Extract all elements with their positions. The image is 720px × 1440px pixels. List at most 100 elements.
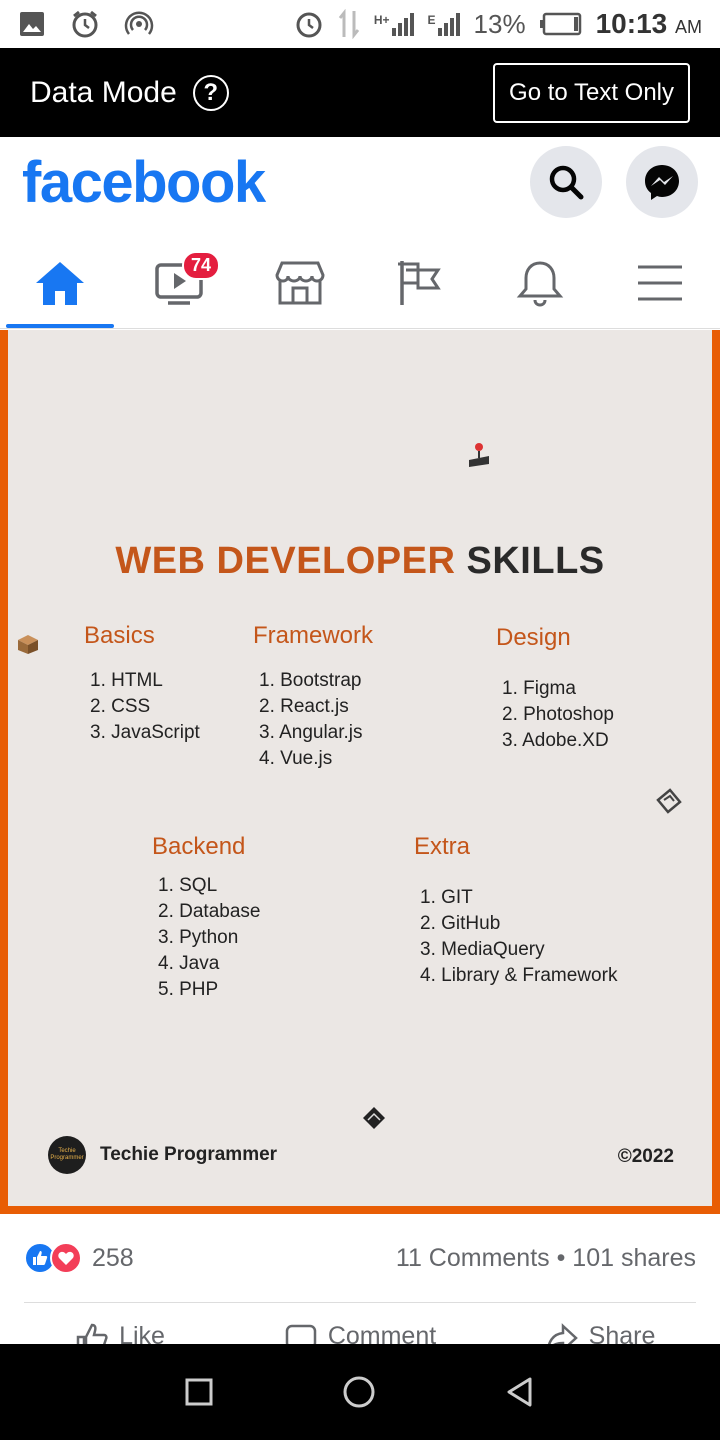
column-heading: Framework [253,622,374,649]
column-design: Design 1. Figma 2. Photoshop 3. Adobe.XD [496,624,614,754]
list-item: 5. PHP [158,979,219,1000]
clock: 10:13 AM [596,8,702,40]
network-h-label: H+ [373,12,390,27]
tab-watch[interactable]: 74 [120,237,240,328]
brand: Techie Programmer Techie Programmer [48,1136,277,1174]
help-icon[interactable]: ? [192,74,229,111]
reactions-row: 258 11 Comments • 101 shares [0,1214,720,1302]
list-item: 1. SQL [158,875,218,896]
box-sticker [18,635,38,654]
messenger-icon [645,165,679,200]
column-heading: Extra [414,833,471,860]
like-label: Like [119,1322,165,1346]
signal-e-icon: E [427,12,460,36]
network-e-label: E [427,12,436,27]
column-heading: Basics [84,622,155,649]
like-button[interactable]: Like [0,1318,240,1346]
tab-home[interactable] [0,237,120,328]
comment-label: Comment [327,1322,437,1346]
tab-pages[interactable] [360,237,480,328]
love-reaction-icon [50,1242,82,1274]
share-label: Share [588,1322,656,1346]
comments-shares-count[interactable]: 11 Comments • 101 shares [396,1244,696,1273]
flag-icon [398,260,441,305]
signal-h-icon: H+ [373,12,414,36]
back-icon[interactable] [504,1376,536,1408]
reaction-icons[interactable] [24,1242,82,1274]
image-title: WEB DEVELOPER SKILLS [8,540,712,583]
list-item: 3. Python [158,927,239,948]
bell-icon [516,260,564,307]
joystick-sticker [469,443,489,467]
data-mode-bar: Data Mode ? Go to Text Only [0,48,720,137]
skill-list: 1. SQL 2. Database 3. Python 4. Java 5. … [152,873,260,1003]
column-framework: Framework 1. Bootstrap 2. React.js 3. An… [253,622,373,772]
tab-menu[interactable] [600,237,720,328]
hotspot-icon [124,11,154,35]
list-item: 2. CSS [90,696,151,717]
column-heading: Design [496,624,571,651]
column-extra: Extra 1. GIT 2. GitHub 3. MediaQuery 4. … [414,833,617,989]
battery-percent: 13% [473,8,526,39]
post-image[interactable]: WEB DEVELOPER SKILLS Basics 1. HTML 2. C… [0,330,720,1214]
menu-icon [638,265,682,300]
skill-list: 1. Figma 2. Photoshop 3. Adobe.XD [496,676,614,754]
data-arrows-icon [338,9,360,39]
list-item: 3. JavaScript [90,722,200,743]
tab-notifications[interactable] [480,237,600,328]
gallery-icon [20,12,44,36]
share-icon [547,1323,578,1346]
list-item: 2. Photoshop [502,704,614,725]
search-icon [549,165,584,200]
list-item: 2. GitHub [420,913,501,934]
go-to-text-only-button[interactable]: Go to Text Only [493,62,690,123]
divider [24,1302,696,1303]
alarm-icon [72,10,98,38]
facebook-logo[interactable]: facebook [22,149,266,216]
column-heading: Backend [152,833,246,860]
comment-icon [285,1324,317,1346]
list-item: 2. Database [158,901,261,922]
like-icon [76,1323,108,1346]
list-item: 1. Figma [502,678,576,699]
post-actions: Like Comment Share [0,1318,720,1346]
floppy-sticker [656,788,682,814]
battery-icon [539,12,581,36]
reaction-count[interactable]: 258 [92,1244,134,1273]
clock-time: 10:13 [595,8,668,39]
list-item: 3. MediaQuery [420,939,545,960]
home-icon [36,261,84,305]
column-basics: Basics 1. HTML 2. CSS 3. JavaScript [84,622,200,746]
tab-marketplace[interactable] [240,237,360,328]
comment-button[interactable]: Comment [240,1318,480,1346]
list-item: 3. Adobe.XD [502,730,609,751]
post-image-content: WEB DEVELOPER SKILLS Basics 1. HTML 2. C… [8,330,712,1206]
list-item: 4. Vue.js [259,748,333,769]
book-sticker [363,1107,385,1129]
clock-ampm: AM [675,17,702,37]
home-nav-icon[interactable] [341,1374,377,1410]
list-item: 1. GIT [420,887,473,908]
title-part-1: WEB DEVELOPER [115,540,456,582]
list-item: 1. Bootstrap [259,670,362,691]
skill-list: 1. Bootstrap 2. React.js 3. Angular.js 4… [253,668,373,772]
list-item: 3. Angular.js [259,722,363,743]
watch-badge: 74 [182,251,221,280]
list-item: 2. React.js [259,696,349,717]
system-nav-bar [0,1344,720,1440]
alarm-icon-right [296,12,322,38]
status-bar: H+ E 13% 10:13 AM [0,0,720,48]
list-item: 1. HTML [90,670,163,691]
copyright: ©2022 [617,1146,674,1167]
search-button[interactable] [530,146,602,218]
recents-icon[interactable] [184,1377,214,1407]
list-item: 4. Java [158,953,220,974]
brand-logo: Techie Programmer [48,1136,86,1174]
tab-bar: 74 [0,237,720,329]
column-backend: Backend 1. SQL 2. Database 3. Python 4. … [152,833,260,1003]
messenger-button[interactable] [626,146,698,218]
data-mode-label: Data Mode [30,75,177,109]
share-button[interactable]: Share [480,1318,720,1346]
title-part-2: SKILLS [455,540,605,582]
brand-name: Techie Programmer [100,1144,278,1165]
